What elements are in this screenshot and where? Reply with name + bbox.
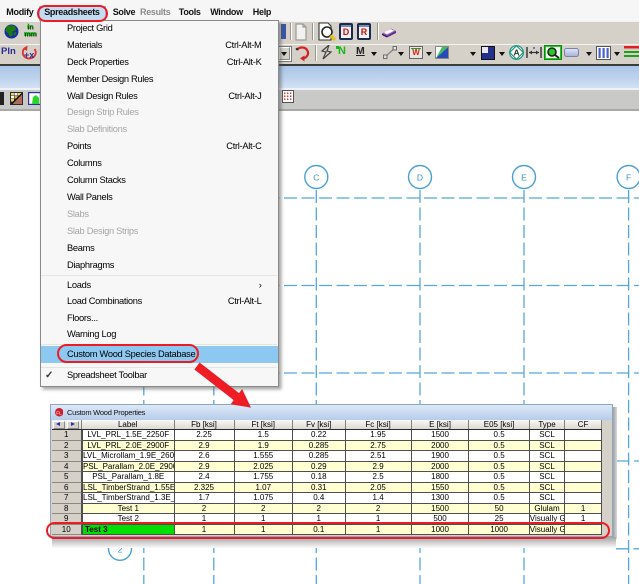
svg-text:D: D [417,173,423,183]
svg-text:FL: FL [56,410,62,415]
svg-text:+x: +x [24,50,34,60]
svg-text:C: C [313,173,319,183]
svg-text:E: E [521,173,527,183]
svg-text:F: F [626,173,631,183]
svg-text:A: A [514,48,520,58]
